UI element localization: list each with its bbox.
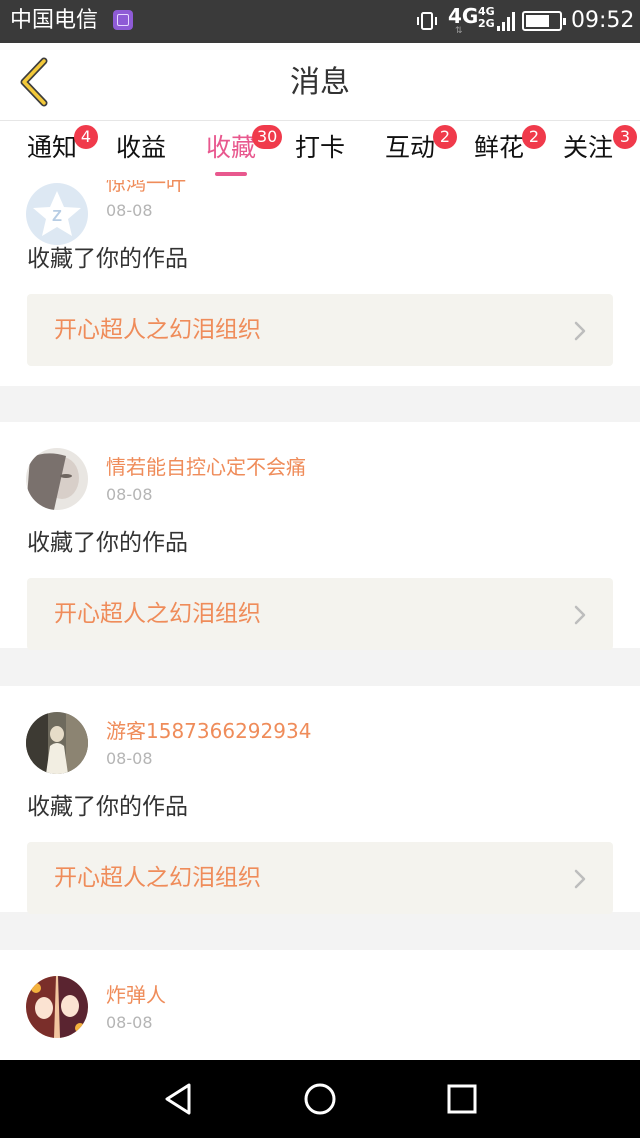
action-text: 收藏了你的作品 [27, 794, 188, 820]
action-text: 收藏了你的作品 [27, 246, 188, 272]
message-date: 08-08 [106, 201, 153, 220]
status-bar: 中国电信 4G ⇅ 4G 2G 09:52 [0, 0, 640, 43]
message-card: 情若能自控心定不会痛 08-08 收藏了你的作品 开心超人之幻泪组织 [0, 422, 640, 650]
system-nav-bar [0, 1060, 640, 1138]
message-card: 游客1587366292934 08-08 收藏了你的作品 开心超人之幻泪组织 [0, 686, 640, 914]
avatar[interactable] [26, 976, 88, 1038]
tab-checkin[interactable]: 打卡 [285, 132, 355, 178]
battery-level [526, 15, 549, 27]
chevron-right-icon [574, 321, 586, 341]
dual-sim-label: 4G 2G [478, 5, 495, 30]
tab-label: 收益 [115, 133, 166, 162]
tab-badge: 30 [252, 125, 283, 149]
header: 消息 [0, 43, 640, 121]
app-notification-icon [113, 10, 133, 30]
tab-badge: 2 [433, 125, 457, 149]
network-type: 4G [448, 4, 479, 28]
default-qq-avatar-icon: Z [26, 183, 88, 245]
work-link[interactable]: 开心超人之幻泪组织 [27, 842, 613, 914]
tab-interactions[interactable]: 互动 2 [375, 125, 457, 178]
clock: 09:52 [571, 8, 635, 33]
avatar[interactable] [26, 712, 88, 774]
back-triangle-icon[interactable] [159, 1079, 199, 1119]
chevron-right-icon [574, 605, 586, 625]
work-title: 开心超人之幻泪组织 [54, 601, 261, 627]
signal-icon [497, 12, 515, 31]
vibrate-icon [417, 12, 437, 30]
chevron-right-icon [574, 869, 586, 889]
work-title: 开心超人之幻泪组织 [54, 317, 261, 343]
tab-bar: 通知 4 收益 收藏 30 打卡 互动 2 鲜花 2 关注 3 [0, 122, 640, 180]
carrier-label: 中国电信 [10, 8, 99, 33]
username[interactable]: 情若能自控心定不会痛 [106, 454, 306, 480]
tab-favorites[interactable]: 收藏 30 [196, 125, 283, 178]
work-link[interactable]: 开心超人之幻泪组织 [27, 294, 613, 366]
message-date: 08-08 [106, 749, 153, 768]
home-circle-icon[interactable] [300, 1079, 340, 1119]
tab-underline [215, 172, 247, 176]
user-photo-icon [26, 448, 88, 510]
tab-follows[interactable]: 关注 3 [553, 125, 637, 178]
message-card: 炸弹人 08-08 [0, 950, 640, 1060]
work-link[interactable]: 开心超人之幻泪组织 [27, 578, 613, 650]
data-arrows-icon: ⇅ [455, 26, 463, 36]
user-anime-avatar-icon [26, 976, 88, 1038]
message-date: 08-08 [106, 1013, 153, 1032]
avatar[interactable] [26, 448, 88, 510]
tab-badge: 3 [613, 125, 637, 149]
battery-icon [522, 11, 566, 31]
message-list: Z 惊鸿一叶 08-08 收藏了你的作品 开心超人之幻泪组织 情若能自控心定不会… [0, 180, 640, 1060]
svg-text:Z: Z [52, 208, 62, 225]
tab-label: 打卡 [294, 133, 345, 162]
username[interactable]: 惊鸿一叶 [106, 180, 186, 196]
user-photo-icon [26, 712, 88, 774]
message-date: 08-08 [106, 485, 153, 504]
page-title: 消息 [290, 65, 350, 100]
tab-flowers[interactable]: 鲜花 2 [464, 125, 546, 178]
tab-badge: 2 [522, 125, 546, 149]
tab-earnings[interactable]: 收益 [106, 132, 176, 178]
username[interactable]: 炸弹人 [106, 982, 166, 1008]
username[interactable]: 游客1587366292934 [106, 718, 311, 744]
action-text: 收藏了你的作品 [27, 530, 188, 556]
avatar[interactable]: Z [26, 183, 88, 245]
tab-badge: 4 [74, 125, 98, 149]
work-title: 开心超人之幻泪组织 [54, 865, 261, 891]
tab-notifications[interactable]: 通知 4 [17, 125, 98, 178]
recents-square-icon[interactable] [442, 1079, 482, 1119]
message-card: Z 惊鸿一叶 08-08 收藏了你的作品 开心超人之幻泪组织 [0, 180, 640, 386]
